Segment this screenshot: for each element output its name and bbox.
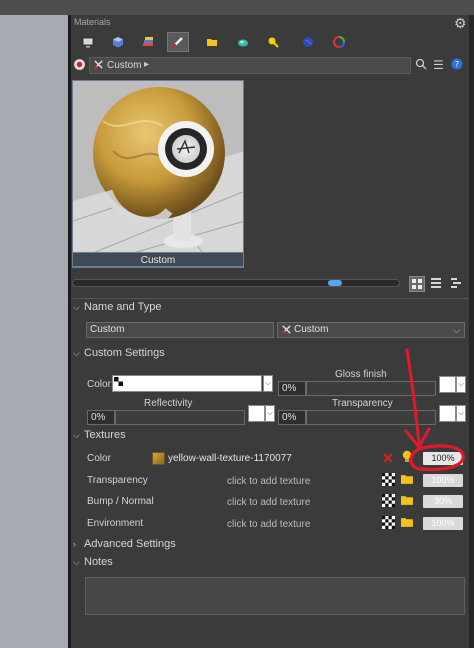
layers-icon[interactable] <box>139 33 157 51</box>
chevron-down-icon: ⌵ <box>73 302 80 312</box>
texture-row-label: Transparency <box>87 475 148 486</box>
panel-title: Materials <box>74 17 111 27</box>
texture-icon <box>114 377 123 386</box>
detail-view-icon[interactable] <box>449 276 465 292</box>
material-type-icon <box>93 59 104 73</box>
chevron-down-icon: ⌵ <box>73 430 80 440</box>
chevron-right-icon: ▸ <box>144 59 150 70</box>
color-label: Color: <box>87 379 114 390</box>
menu-icon[interactable]: ☰ <box>433 59 444 71</box>
separator <box>71 298 469 299</box>
chevron-right-icon: › <box>73 539 76 549</box>
left-pane <box>0 15 68 648</box>
chevron-down-icon: ⌵ <box>73 557 80 567</box>
gear-icon[interactable]: ⚙ <box>454 15 467 32</box>
texture-row-label: Bump / Normal <box>87 496 154 507</box>
checker-texture-icon[interactable] <box>382 494 395 510</box>
annotation-overlay <box>404 348 465 472</box>
grid-view-icon[interactable] <box>409 276 425 292</box>
notes-textarea[interactable] <box>85 577 465 615</box>
material-path-label: Custom <box>107 60 142 71</box>
add-texture-link[interactable]: click to add texture <box>227 519 310 530</box>
color-swatch[interactable] <box>112 375 262 392</box>
scrollbar-thumb[interactable] <box>328 280 342 286</box>
right-edge <box>469 15 474 648</box>
material-type-value: Custom <box>294 324 329 335</box>
folder-icon[interactable] <box>401 517 414 531</box>
material-home-icon[interactable] <box>73 58 86 74</box>
materials-panel: Materials ⚙ Custom ▸ ☰ ? Custom ⌵ Name a… <box>71 15 469 648</box>
texture-percent[interactable]: 30% <box>423 495 463 508</box>
cube-icon[interactable] <box>109 33 127 51</box>
material-type-icon <box>281 324 292 340</box>
texture-thumbnail[interactable] <box>152 452 165 465</box>
material-type-dropdown[interactable]: Custom ⌵ <box>277 322 465 338</box>
add-texture-link[interactable]: click to add texture <box>227 497 310 508</box>
custom-settings-header[interactable]: ⌵ Custom Settings <box>73 347 165 359</box>
display-icon[interactable] <box>79 33 97 51</box>
textures-header[interactable]: ⌵ Textures <box>73 429 126 441</box>
preview-label: Custom <box>72 252 244 267</box>
reflectivity-value[interactable]: 0% <box>87 410 115 425</box>
material-path-bar: Custom ▸ ☰ ? <box>71 56 469 76</box>
add-texture-link[interactable]: click to add texture <box>227 476 310 487</box>
reflectivity-swatch[interactable] <box>248 405 265 422</box>
svg-text:?: ? <box>455 60 459 69</box>
chevron-down-icon: ⌵ <box>453 325 460 335</box>
reflectivity-label: Reflectivity <box>144 398 193 409</box>
terrain-icon[interactable] <box>234 33 252 51</box>
reflectivity-dropdown[interactable]: ⌵ <box>265 405 275 422</box>
texture-row-label: Color <box>87 453 111 464</box>
light-icon[interactable] <box>264 33 282 51</box>
material-path-dropdown[interactable]: Custom ▸ <box>89 57 411 74</box>
material-name-field[interactable]: Custom <box>86 322 274 338</box>
gloss-value[interactable]: 0% <box>278 381 306 396</box>
material-preview[interactable] <box>72 80 244 268</box>
texture-file-name[interactable]: yellow-wall-texture-1170077 <box>168 453 292 464</box>
color-wheel-icon[interactable] <box>330 33 348 51</box>
paint-icon[interactable] <box>167 32 189 52</box>
search-icon[interactable] <box>415 58 427 73</box>
texture-percent[interactable]: 100% <box>423 517 463 530</box>
list-view-icon[interactable] <box>429 276 445 292</box>
chevron-down-icon: ⌵ <box>73 348 80 358</box>
transparency-value[interactable]: 0% <box>278 410 306 425</box>
texture-row-label: Environment <box>87 518 144 529</box>
globe-icon[interactable] <box>299 33 317 51</box>
advanced-settings-header[interactable]: › Advanced Settings <box>73 538 176 550</box>
folder-icon[interactable] <box>401 495 414 509</box>
reflectivity-slider[interactable] <box>115 410 245 425</box>
folder-icon[interactable] <box>203 33 221 51</box>
color-dropdown[interactable]: ⌵ <box>263 375 273 392</box>
notes-header[interactable]: ⌵ Notes <box>73 556 113 568</box>
name-type-header[interactable]: ⌵ Name and Type <box>73 301 161 313</box>
top-bar <box>0 0 474 15</box>
help-icon[interactable]: ? <box>451 58 463 73</box>
category-toolbar <box>71 31 351 53</box>
preview-scrollbar[interactable] <box>72 279 400 287</box>
checker-texture-icon[interactable] <box>382 516 395 532</box>
